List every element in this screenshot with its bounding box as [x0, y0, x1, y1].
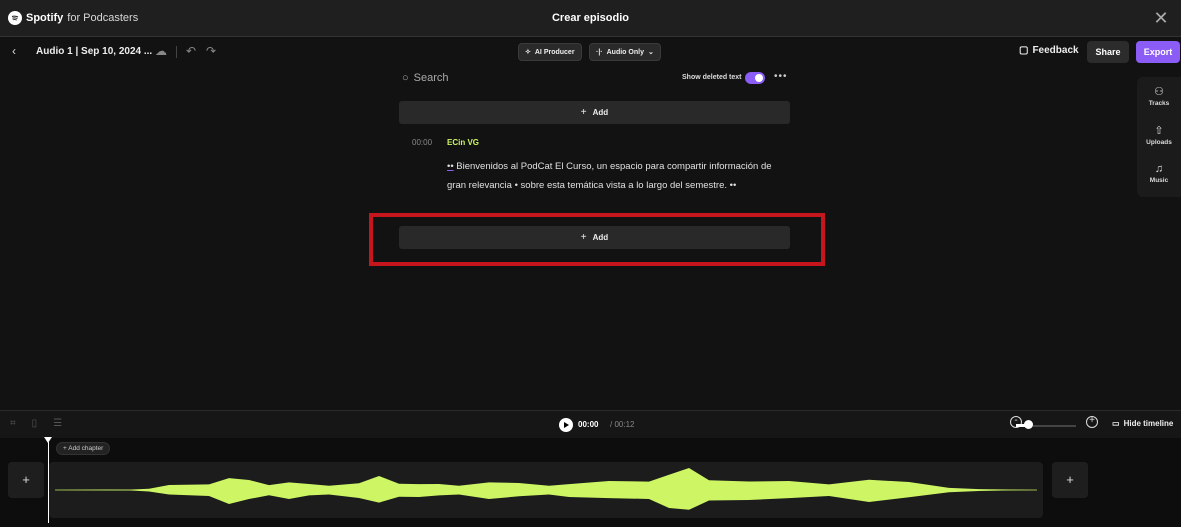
playhead-line[interactable]: [48, 442, 49, 523]
brand-name: Spotify: [26, 12, 64, 24]
add-chapter-button[interactable]: + Add chapter: [56, 442, 111, 455]
episode-name[interactable]: Audio 1 | Sep 10, 2024 ...: [36, 46, 152, 57]
show-deleted-toggle[interactable]: [745, 72, 765, 84]
current-time: 00:00: [578, 420, 599, 429]
uploads-label: Uploads: [1146, 139, 1172, 146]
add-track-before-button[interactable]: +: [8, 462, 44, 498]
split-icon[interactable]: ⌗: [10, 418, 16, 429]
search-icon: ○: [402, 72, 409, 84]
add-chapter-label: Add chapter: [68, 445, 104, 452]
toolbar-divider: [176, 46, 177, 58]
spotify-logo: Spotify for Podcasters: [8, 11, 138, 25]
transcript-text[interactable]: •• Bienvenidos al PodCat El Curso, un es…: [447, 157, 777, 195]
add-segment-button-top[interactable]: + Add: [399, 101, 790, 124]
zoom-slider-track[interactable]: [1029, 425, 1076, 427]
export-button[interactable]: Export: [1136, 41, 1180, 63]
upload-icon: ⇧: [1154, 125, 1164, 137]
cloud-save-icon: ☁: [155, 44, 167, 58]
highlight-box: [369, 213, 825, 266]
transcript-body[interactable]: Bienvenidos al PodCat El Curso, un espac…: [447, 161, 772, 191]
audio-waveform[interactable]: [49, 462, 1043, 518]
delete-icon[interactable]: ▯: [32, 418, 38, 429]
tracks-label: Tracks: [1148, 100, 1170, 107]
feedback-button[interactable]: ▢ Feedback: [1019, 45, 1079, 56]
ai-producer-label: AI Producer: [534, 48, 575, 56]
waveform-icon: ·|·: [596, 48, 603, 56]
audio-mode-label: Audio Only: [606, 48, 644, 56]
back-chevron-icon[interactable]: ‹: [12, 44, 16, 58]
play-button[interactable]: [559, 418, 573, 432]
timeline-tools: ⌗ ▯ ☰: [10, 418, 62, 429]
add-label: Add: [592, 108, 609, 117]
zoom-in-icon[interactable]: +: [1086, 416, 1098, 428]
music-label: Music: [1149, 177, 1169, 184]
hide-timeline-label: Hide timeline: [1123, 419, 1174, 428]
tracks-button[interactable]: ⚇ Tracks: [1137, 85, 1181, 107]
more-options-icon[interactable]: •••: [774, 71, 788, 82]
hide-timeline-button[interactable]: ▭ Hide timeline: [1112, 419, 1173, 428]
feedback-label: Feedback: [1032, 45, 1079, 56]
close-icon[interactable]: ✕: [1151, 8, 1171, 28]
feedback-icon: ▢: [1019, 45, 1029, 56]
zoom-slider-handle[interactable]: [1024, 420, 1033, 429]
add-track-after-button[interactable]: +: [1052, 462, 1088, 498]
editor-toolbar: ‹ Audio 1 | Sep 10, 2024 ... ☁ ↶ ↷ ✧ AI …: [0, 37, 1181, 67]
search-input[interactable]: ○ Search: [402, 72, 449, 84]
audio-mode-dropdown[interactable]: ·|· Audio Only ⌄: [589, 43, 661, 61]
spotify-icon: [8, 11, 22, 25]
music-icon: ♫: [1154, 163, 1164, 175]
right-side-panel: ⚇ Tracks ⇧ Uploads ♫ Music: [1137, 77, 1181, 197]
list-icon[interactable]: ☰: [53, 418, 62, 429]
window-title: Crear episodio: [551, 12, 630, 24]
pause-marker[interactable]: ••: [447, 161, 454, 172]
plus-icon: +: [580, 107, 587, 118]
tracks-icon: ⚇: [1154, 86, 1164, 98]
show-deleted-label: Show deleted text: [682, 74, 742, 81]
music-button[interactable]: ♫ Music: [1137, 163, 1181, 184]
undo-icon[interactable]: ↶: [186, 44, 196, 58]
total-time: / 00:12: [610, 420, 635, 429]
share-button[interactable]: Share: [1087, 41, 1129, 63]
title-bar: Spotify for Podcasters Crear episodio ✕: [0, 0, 1181, 37]
uploads-button[interactable]: ⇧ Uploads: [1137, 124, 1181, 146]
redo-icon[interactable]: ↷: [206, 44, 216, 58]
player-bar: ⌗ ▯ ☰ 00:00 / 00:12 - + ▭ Hide timeline: [0, 410, 1181, 438]
segment-speaker[interactable]: ECin VG: [447, 138, 479, 147]
segment-timestamp: 00:00: [412, 138, 433, 147]
sparkle-icon: ✧: [525, 49, 531, 56]
waveform-shape: [55, 468, 1037, 510]
monitor-icon: ▭: [1112, 419, 1120, 428]
ai-producer-button[interactable]: ✧ AI Producer: [518, 43, 582, 61]
brand-suffix: for Podcasters: [67, 12, 139, 24]
search-placeholder: Search: [413, 72, 449, 84]
chevron-down-icon: ⌄: [647, 49, 654, 56]
